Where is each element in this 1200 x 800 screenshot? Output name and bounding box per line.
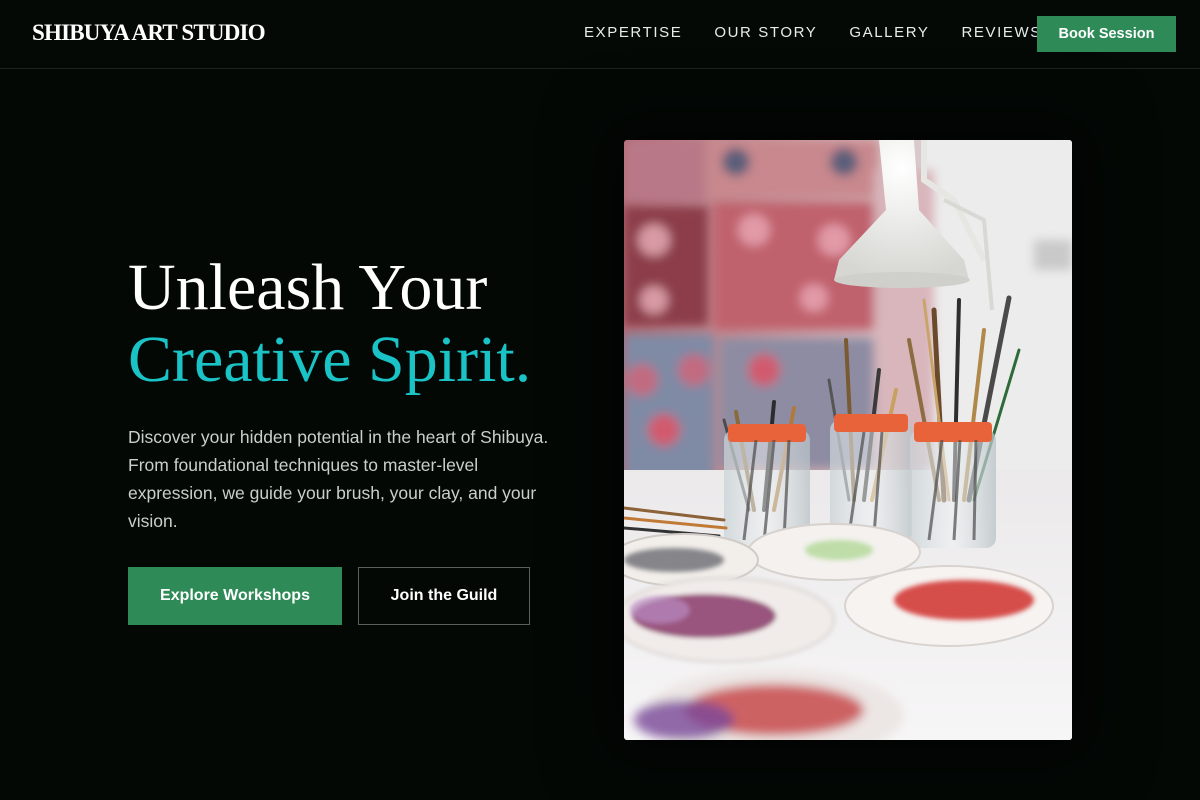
studio-photo <box>624 140 1072 740</box>
join-guild-button[interactable]: Join the Guild <box>358 567 530 625</box>
hero-description: Discover your hidden potential in the he… <box>128 427 549 531</box>
brand-logo[interactable]: SHIBUYA ART STUDIO <box>32 20 266 46</box>
explore-workshops-button[interactable]: Explore Workshops <box>128 567 342 625</box>
main-nav: EXPERTISE OUR STORY GALLERY REVIEWS <box>584 24 1042 42</box>
nav-link-gallery[interactable]: GALLERY <box>849 24 929 42</box>
hero-title-line-2: Creative Spirit. <box>128 323 532 396</box>
hero-title-line-1: Unleash Your <box>128 251 488 324</box>
nav-link-our-story[interactable]: OUR STORY <box>714 24 817 42</box>
nav-link-expertise[interactable]: EXPERTISE <box>584 24 682 42</box>
book-session-button[interactable]: Book Session <box>1037 16 1176 52</box>
hero-title: Unleash Your Creative Spirit. <box>128 252 598 396</box>
nav-link-reviews[interactable]: REVIEWS <box>962 24 1042 42</box>
top-navbar: SHIBUYA ART STUDIO EXPERTISE OUR STORY G… <box>0 0 1200 69</box>
